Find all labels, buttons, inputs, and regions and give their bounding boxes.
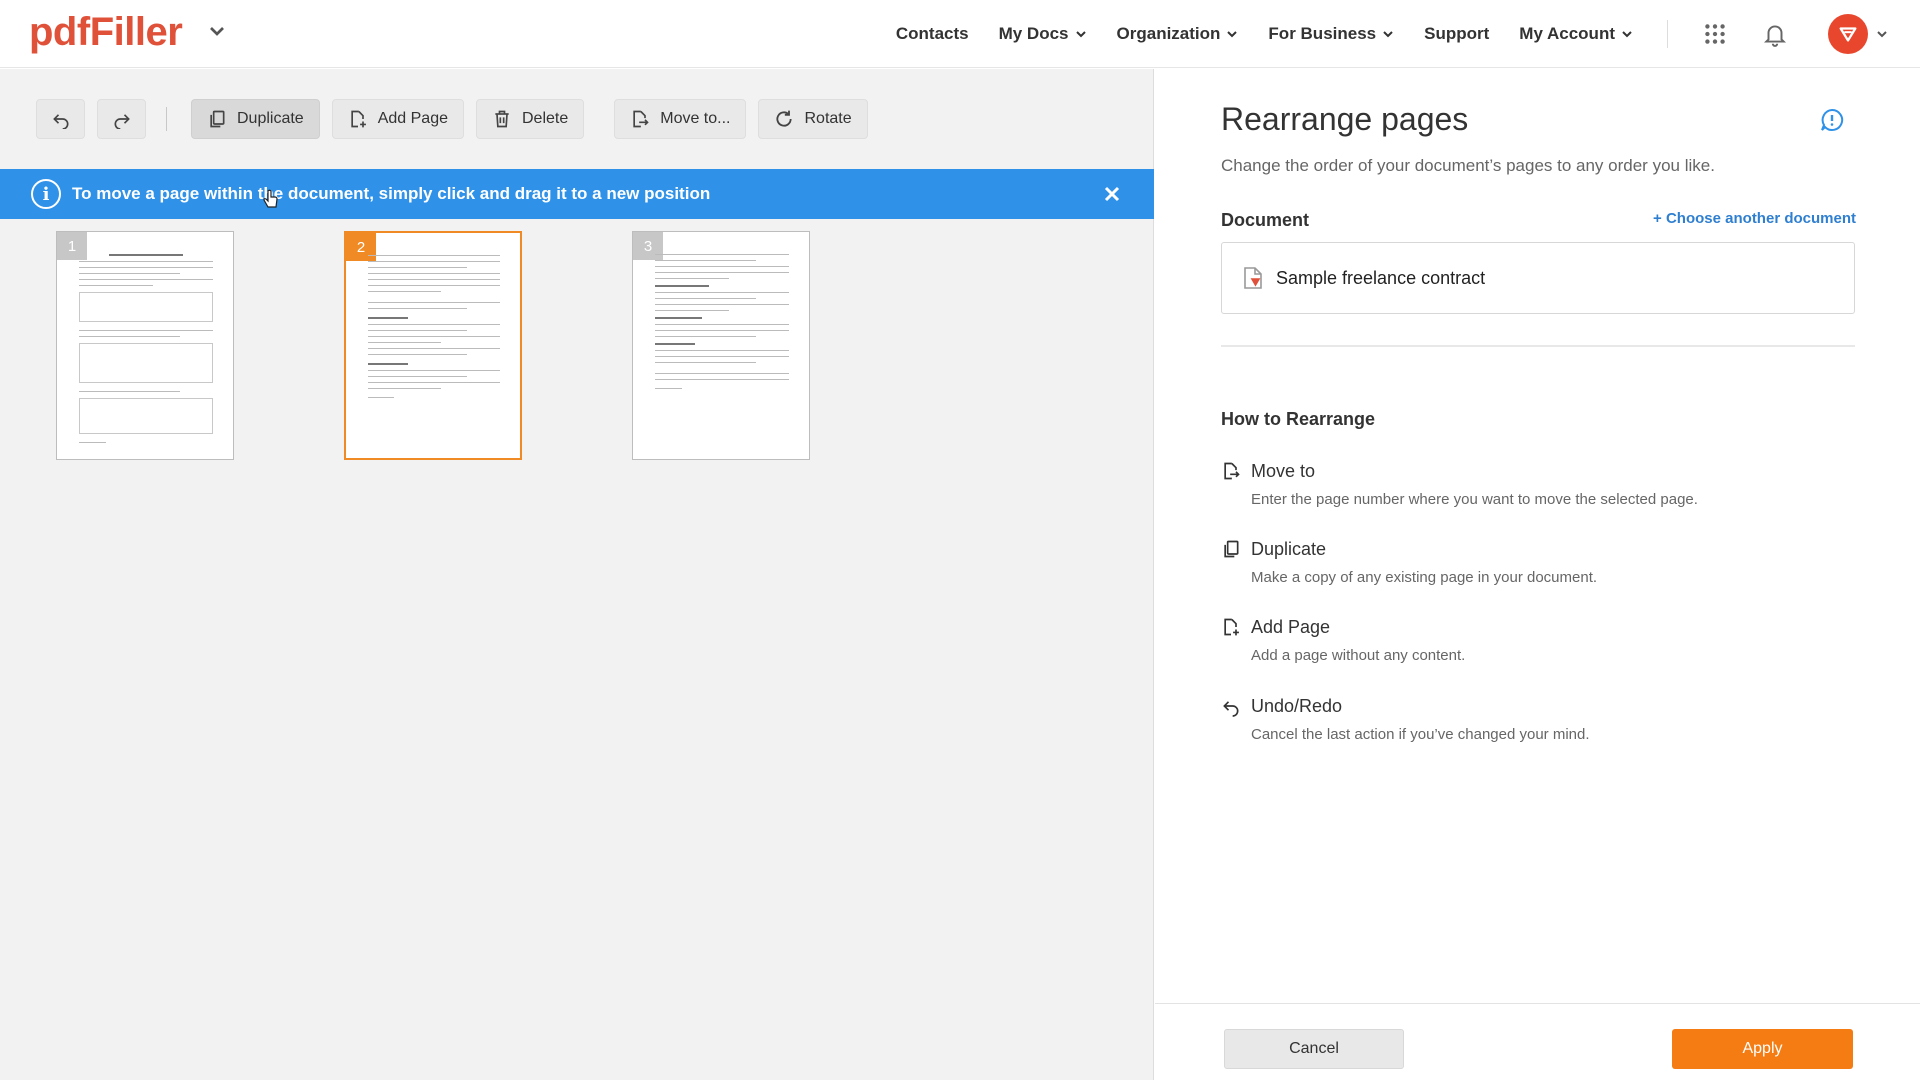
pdf-document-icon <box>1244 267 1262 289</box>
top-navigation-bar: pdfFiller Contacts My Docs Organization … <box>0 0 1920 68</box>
duplicate-icon <box>210 110 225 128</box>
add-page-label: Add Page <box>377 110 448 127</box>
move-to-label: Move to... <box>660 110 731 127</box>
rotate-button[interactable]: Rotate <box>758 99 868 139</box>
chevron-down-icon <box>1227 31 1238 38</box>
info-icon: i <box>31 179 61 209</box>
how-item-desc: Cancel the last action if you’ve changed… <box>1251 726 1590 743</box>
banner-text: To move a page within the document, simp… <box>72 184 711 203</box>
feedback-icon[interactable] <box>1819 107 1845 133</box>
delete-button[interactable]: Delete <box>475 99 585 139</box>
panel-footer: Cancel Apply <box>1155 1003 1920 1080</box>
how-item-title: Duplicate <box>1251 538 1327 559</box>
redo-button[interactable] <box>97 99 146 139</box>
avatar[interactable] <box>1828 14 1868 54</box>
chevron-down-icon[interactable] <box>1876 28 1888 40</box>
page-thumbnail[interactable]: 2 <box>344 231 522 460</box>
page-thumbnail[interactable]: 1 <box>56 231 234 460</box>
rotate-label: Rotate <box>804 110 852 127</box>
page-workspace: Duplicate Add Page Delete Move to... Rot… <box>0 69 1154 1080</box>
pdffiller-logo[interactable]: pdfFiller <box>29 10 183 55</box>
nav-my-account[interactable]: My Account <box>1519 24 1633 44</box>
apply-button[interactable]: Apply <box>1672 1029 1853 1069</box>
how-item-duplicate: Duplicate Make a copy of any existing pa… <box>1221 538 1841 586</box>
document-name: Sample freelance contract <box>1276 267 1486 288</box>
apps-grid-icon[interactable] <box>1702 21 1728 47</box>
duplicate-button[interactable]: Duplicate <box>191 99 320 139</box>
nav-label: My Docs <box>998 24 1069 43</box>
chevron-down-icon <box>1383 31 1393 38</box>
how-item-desc: Add a page without any content. <box>1251 647 1466 664</box>
panel-title: Rearrange pages <box>1221 101 1469 137</box>
page-preview <box>368 255 500 438</box>
add-page-icon <box>351 110 366 128</box>
mouse-pointer-icon <box>263 189 278 208</box>
nav-label: For Business <box>1268 24 1377 43</box>
how-item-desc: Enter the page number where you want to … <box>1251 491 1698 508</box>
nav-my-docs[interactable]: My Docs <box>999 24 1087 44</box>
page-thumbnail[interactable]: 3 <box>632 231 810 460</box>
panel-subtitle: Change the order of your document’s page… <box>1221 156 1715 175</box>
nav-divider <box>1667 20 1668 48</box>
chevron-down-icon <box>1075 31 1086 38</box>
close-icon[interactable] <box>1102 184 1122 204</box>
how-item-title: Undo/Redo <box>1251 695 1343 716</box>
rotate-icon <box>776 110 793 127</box>
redo-icon <box>114 114 130 129</box>
undo-icon <box>52 114 68 129</box>
cancel-button[interactable]: Cancel <box>1224 1029 1404 1069</box>
choose-another-document-link[interactable]: + Choose another document <box>1653 210 1856 227</box>
move-to-icon <box>1224 462 1240 480</box>
duplicate-label: Duplicate <box>237 110 304 127</box>
chevron-down-icon <box>1622 31 1632 38</box>
notification-bell-icon[interactable] <box>1762 21 1788 47</box>
nav-label: Organization <box>1116 24 1221 43</box>
how-item-add-page: Add Page Add a page without any content. <box>1221 616 1841 664</box>
nav-label: Contacts <box>895 24 969 43</box>
toolbar-divider <box>166 107 167 131</box>
page-thumbnails: 1 2 3 <box>56 231 810 460</box>
chevron-down-icon[interactable] <box>208 22 226 40</box>
main-nav: Contacts My Docs Organization For Busine… <box>866 0 1920 68</box>
how-item-desc: Make a copy of any existing page in your… <box>1251 569 1598 586</box>
delete-label: Delete <box>521 110 569 127</box>
page-preview <box>79 254 213 443</box>
duplicate-icon <box>1224 540 1239 558</box>
undo-icon <box>1223 701 1239 717</box>
add-page-icon <box>1224 618 1239 636</box>
nav-organization[interactable]: Organization <box>1117 24 1239 44</box>
nav-label: Support <box>1424 24 1490 43</box>
pdffiller-badge-icon <box>1839 27 1857 42</box>
info-banner: i To move a page within the document, si… <box>0 169 1154 219</box>
trash-icon <box>495 110 509 128</box>
nav-support[interactable]: Support <box>1424 24 1489 44</box>
nav-for-business[interactable]: For Business <box>1268 24 1394 44</box>
how-item-move-to: Move to Enter the page number where you … <box>1221 460 1841 508</box>
document-field[interactable]: Sample freelance contract <box>1221 242 1855 314</box>
rearrange-panel: Rearrange pages Change the order of your… <box>1155 69 1920 1080</box>
how-item-title: Add Page <box>1251 616 1331 637</box>
page-preview <box>655 254 789 439</box>
move-to-button[interactable]: Move to... <box>614 99 747 139</box>
how-item-title: Move to <box>1251 460 1316 481</box>
move-to-icon <box>633 110 649 128</box>
nav-contacts[interactable]: Contacts <box>896 24 969 44</box>
add-page-button[interactable]: Add Page <box>331 99 464 139</box>
nav-label: My Account <box>1519 24 1615 43</box>
page-toolbar: Duplicate Add Page Delete Move to... Rot… <box>36 99 880 139</box>
divider <box>1221 345 1855 347</box>
how-to-title: How to Rearrange <box>1221 409 1376 429</box>
how-item-undo-redo: Undo/Redo Cancel the last action if you’… <box>1221 695 1841 743</box>
undo-button[interactable] <box>36 99 85 139</box>
document-label: Document <box>1221 210 1310 230</box>
